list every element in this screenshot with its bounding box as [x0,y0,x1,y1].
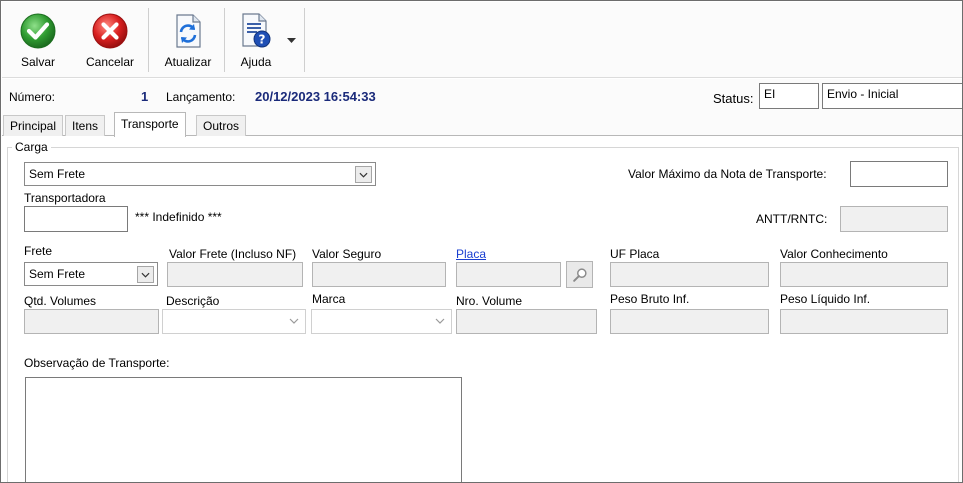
status-description-field: Envio - Inicial [822,83,962,109]
descricao-select[interactable] [162,309,306,334]
marca-label: Marca [312,292,346,306]
peso-liquido-input[interactable] [780,309,948,334]
status-label: Status: [713,91,754,106]
toolbar: Salvar Cancelar Atualizar ? Ajuda [2,2,962,78]
tab-principal[interactable]: Principal [3,115,64,136]
save-button[interactable]: Salvar [10,10,66,74]
toolbar-separator [304,8,305,72]
observacao-textarea[interactable] [25,377,462,482]
uf-placa-label: UF Placa [610,247,660,261]
check-icon [20,13,56,49]
peso-bruto-input[interactable] [610,309,769,334]
transportadora-label: Transportadora [24,191,106,205]
observacao-label: Observação de Transporte: [24,356,170,370]
toolbar-separator [224,8,225,72]
valor-maximo-label: Valor Máximo da Nota de Transporte: [628,167,827,181]
tab-transporte[interactable]: Transporte [114,112,186,137]
help-label: Ajuda [240,55,272,69]
lancamento-value: 20/12/2023 16:54:33 [255,89,376,104]
qtd-volumes-label: Qtd. Volumes [24,294,97,308]
carga-select[interactable]: Sem Frete [24,162,376,186]
chevron-down-icon [355,166,372,183]
valor-maximo-input[interactable] [850,161,948,187]
qtd-volumes-input[interactable] [24,309,159,334]
descricao-label: Descrição [166,294,220,308]
refresh-document-icon [176,14,201,48]
cancel-label: Cancelar [85,55,135,69]
frete-select[interactable]: Sem Frete [24,262,158,286]
help-button[interactable]: ? Ajuda [230,10,282,74]
numero-label: Número: [9,90,56,104]
tab-bar: Principal Itens Transporte Outros [2,112,962,137]
antt-input[interactable] [840,206,948,232]
carga-group-title: Carga [12,140,51,154]
transportadora-name: *** Indefinido *** [135,210,222,224]
refresh-label: Atualizar [164,55,212,69]
cancel-button[interactable]: Cancelar [80,10,140,74]
window-frame: Salvar Cancelar Atualizar ? Ajuda Número… [0,0,963,483]
valor-conhecimento-input[interactable] [780,262,948,287]
valor-frete-input[interactable] [167,262,303,287]
uf-placa-input[interactable] [610,262,769,287]
valor-seguro-label: Valor Seguro [312,247,382,261]
transporte-panel: Carga Sem Frete Valor Máximo da Nota de … [2,137,962,482]
placa-search-button[interactable] [566,261,593,288]
chevron-down-icon [137,266,154,283]
save-label: Salvar [20,55,55,69]
antt-label: ANTT/RNTC: [756,212,828,226]
cancel-x-icon [92,13,128,49]
toolbar-separator [148,8,149,72]
chevron-down-icon [289,318,299,324]
refresh-button[interactable]: Atualizar [158,10,218,74]
chevron-down-icon [435,318,445,324]
frete-select-value: Sem Frete [29,267,86,281]
svg-text:?: ? [259,33,266,47]
frete-label: Frete [24,244,53,258]
help-dropdown-arrow-icon[interactable] [287,38,296,44]
tab-outros[interactable]: Outros [196,115,247,136]
tab-itens[interactable]: Itens [65,115,106,136]
peso-bruto-label: Peso Bruto Inf. [610,292,690,306]
transportadora-input[interactable] [24,206,128,232]
header-info-row: Número: 1 Lançamento: 20/12/2023 16:54:3… [2,79,962,113]
status-code-field[interactable]: EI [759,83,819,109]
numero-value: 1 [141,89,149,104]
placa-link[interactable]: Placa [456,247,486,261]
help-document-icon: ? [242,13,271,48]
valor-seguro-input[interactable] [312,262,446,287]
valor-conhecimento-label: Valor Conhecimento [780,247,888,261]
placa-input[interactable] [456,262,561,287]
carga-select-value: Sem Frete [29,167,86,181]
nro-volume-label: Nro. Volume [456,294,523,308]
nro-volume-input[interactable] [456,309,597,334]
magnifier-icon [573,268,587,282]
marca-select[interactable] [311,309,452,334]
valor-frete-label: Valor Frete (Incluso NF) [169,247,297,261]
peso-liquido-label: Peso Líquido Inf. [780,292,871,306]
lancamento-label: Lançamento: [166,90,236,104]
